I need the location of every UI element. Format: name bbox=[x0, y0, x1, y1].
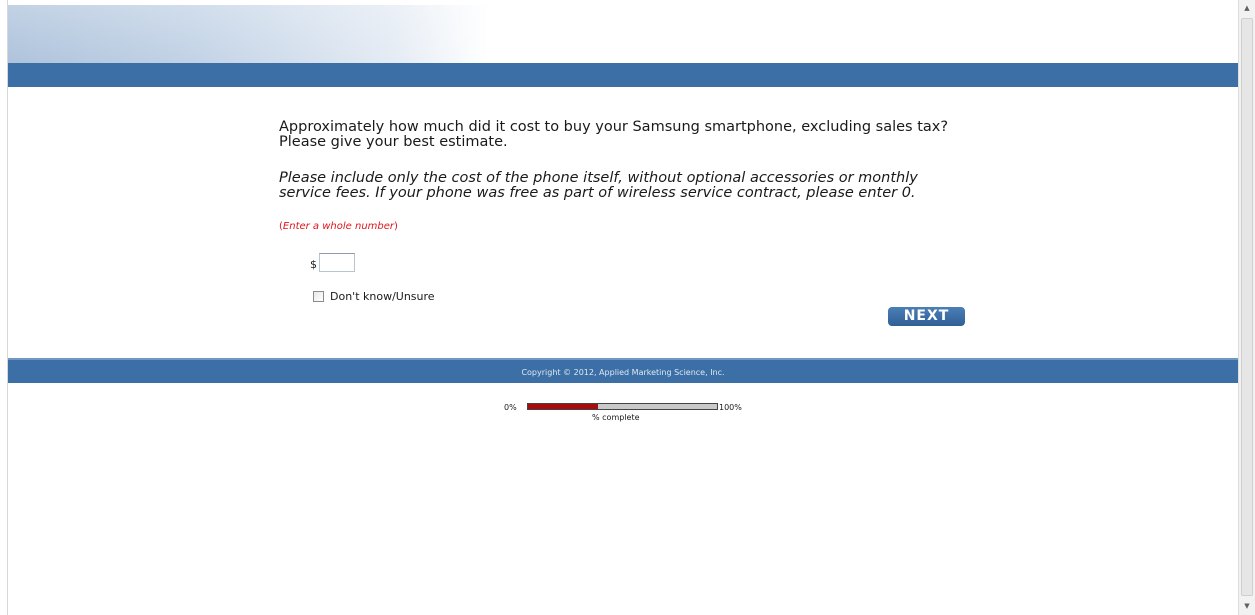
progress-track bbox=[527, 403, 718, 410]
input-hint: (Enter a whole number) bbox=[279, 221, 398, 232]
next-button[interactable]: NEXT bbox=[888, 307, 965, 326]
scroll-up-arrow-icon[interactable]: ▲ bbox=[1239, 0, 1255, 17]
copyright-text: Copyright © 2012, Applied Marketing Scie… bbox=[521, 368, 725, 377]
question-instructions: Please include only the cost of the phon… bbox=[279, 170, 918, 201]
dont-know-label[interactable]: Don't know/Unsure bbox=[330, 290, 435, 303]
currency-symbol: $ bbox=[310, 258, 317, 271]
progress-caption: % complete bbox=[592, 413, 640, 422]
hint-text: Enter a whole number bbox=[282, 221, 395, 232]
amount-input[interactable] bbox=[319, 253, 355, 272]
progress-start-label: 0% bbox=[504, 403, 517, 412]
page-viewport: Approximately how much did it cost to bu… bbox=[0, 0, 1238, 615]
question-text: Approximately how much did it cost to bu… bbox=[279, 119, 949, 150]
scroll-down-arrow-icon[interactable]: ▼ bbox=[1239, 598, 1255, 615]
header-logo-gradient bbox=[8, 5, 488, 63]
hint-close-paren: ) bbox=[394, 221, 398, 232]
header-banner bbox=[8, 5, 1238, 63]
dont-know-checkbox[interactable] bbox=[313, 291, 324, 302]
progress-end-label: 100% bbox=[719, 403, 742, 412]
scroll-thumb[interactable] bbox=[1241, 18, 1253, 596]
vertical-scrollbar[interactable]: ▲ ▼ bbox=[1238, 0, 1255, 615]
progress-fill bbox=[528, 404, 598, 409]
page-left-border bbox=[7, 0, 1238, 615]
progress-indicator: 0% 100% % complete bbox=[504, 401, 764, 425]
footer-bar: Copyright © 2012, Applied Marketing Scie… bbox=[8, 358, 1238, 383]
header-bar bbox=[8, 63, 1238, 87]
